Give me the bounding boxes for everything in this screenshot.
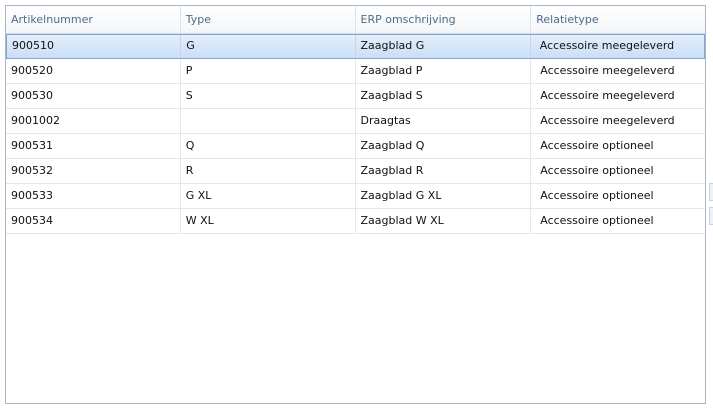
cell-erp-omschrijving[interactable]: Zaagblad Q	[356, 134, 532, 158]
cell-relatietype[interactable]: Accessoire optioneel	[531, 134, 705, 158]
table-row[interactable]: 9001002 Draagtas Accessoire meegeleverd	[6, 109, 705, 134]
cell-artikelnummer[interactable]: 9001002	[6, 109, 181, 133]
cell-erp-omschrijving[interactable]: Zaagblad S	[356, 84, 532, 108]
cell-artikelnummer[interactable]: 900534	[6, 209, 181, 233]
table-row[interactable]: 900531 Q Zaagblad Q Accessoire optioneel	[6, 134, 705, 159]
cell-relatietype[interactable]: Accessoire meegeleverd	[531, 59, 705, 83]
table-row[interactable]: 900510 G Zaagblad G Accessoire meegeleverd	[6, 34, 705, 59]
cell-artikelnummer[interactable]: 900533	[6, 184, 181, 208]
cell-relatietype[interactable]: Accessoire meegeleverd	[531, 109, 705, 133]
cell-artikelnummer[interactable]: 900520	[6, 59, 181, 83]
cell-relatietype[interactable]: Accessoire meegeleverd	[531, 84, 705, 108]
table-row[interactable]: 900520 P Zaagblad P Accessoire meegeleverd	[6, 59, 705, 84]
cell-erp-omschrijving[interactable]: Zaagblad P	[356, 59, 532, 83]
cell-artikelnummer[interactable]: 900530	[6, 84, 181, 108]
cell-type[interactable]	[181, 109, 356, 133]
side-handle[interactable]	[709, 207, 713, 225]
column-header-artikelnummer[interactable]: Artikelnummer	[6, 6, 181, 33]
cell-type[interactable]: Q	[181, 134, 356, 158]
cell-erp-omschrijving[interactable]: Zaagblad G	[356, 35, 531, 58]
grid-body: 900510 G Zaagblad G Accessoire meegeleverd 9…	[6, 34, 705, 234]
cell-type[interactable]: R	[181, 159, 356, 183]
cell-erp-omschrijving[interactable]: Zaagblad R	[356, 159, 532, 183]
cell-type[interactable]: S	[181, 84, 356, 108]
cell-erp-omschrijving[interactable]: Zaagblad W XL	[356, 209, 532, 233]
cell-erp-omschrijving[interactable]: Draagtas	[356, 109, 532, 133]
column-header-type[interactable]: Type	[181, 6, 356, 33]
grid-header: Artikelnummer Type ERP omschrijving Rela…	[6, 6, 705, 34]
cell-relatietype[interactable]: Accessoire meegeleverd	[531, 35, 704, 58]
cell-relatietype[interactable]: Accessoire optioneel	[531, 159, 705, 183]
column-header-erp-omschrijving[interactable]: ERP omschrijving	[356, 6, 532, 33]
table-row[interactable]: 900530 S Zaagblad S Accessoire meegeleverd	[6, 84, 705, 109]
cell-artikelnummer[interactable]: 900510	[7, 35, 182, 58]
side-handle[interactable]	[709, 183, 713, 201]
column-header-relatietype[interactable]: Relatietype	[531, 6, 705, 33]
table-row[interactable]: 900534 W XL Zaagblad W XL Accessoire option…	[6, 209, 705, 234]
cell-type[interactable]: G	[181, 35, 356, 58]
cell-type[interactable]: P	[181, 59, 356, 83]
cell-relatietype[interactable]: Accessoire optioneel	[531, 209, 705, 233]
cell-type[interactable]: W XL	[181, 209, 356, 233]
cell-erp-omschrijving[interactable]: Zaagblad G XL	[356, 184, 532, 208]
cell-artikelnummer[interactable]: 900531	[6, 134, 181, 158]
data-grid[interactable]: Artikelnummer Type ERP omschrijving Rela…	[5, 5, 706, 404]
cell-type[interactable]: G XL	[181, 184, 356, 208]
cell-artikelnummer[interactable]: 900532	[6, 159, 181, 183]
table-row[interactable]: 900532 R Zaagblad R Accessoire optioneel	[6, 159, 705, 184]
cell-relatietype[interactable]: Accessoire optioneel	[531, 184, 705, 208]
table-row[interactable]: 900533 G XL Zaagblad G XL Accessoire option…	[6, 184, 705, 209]
